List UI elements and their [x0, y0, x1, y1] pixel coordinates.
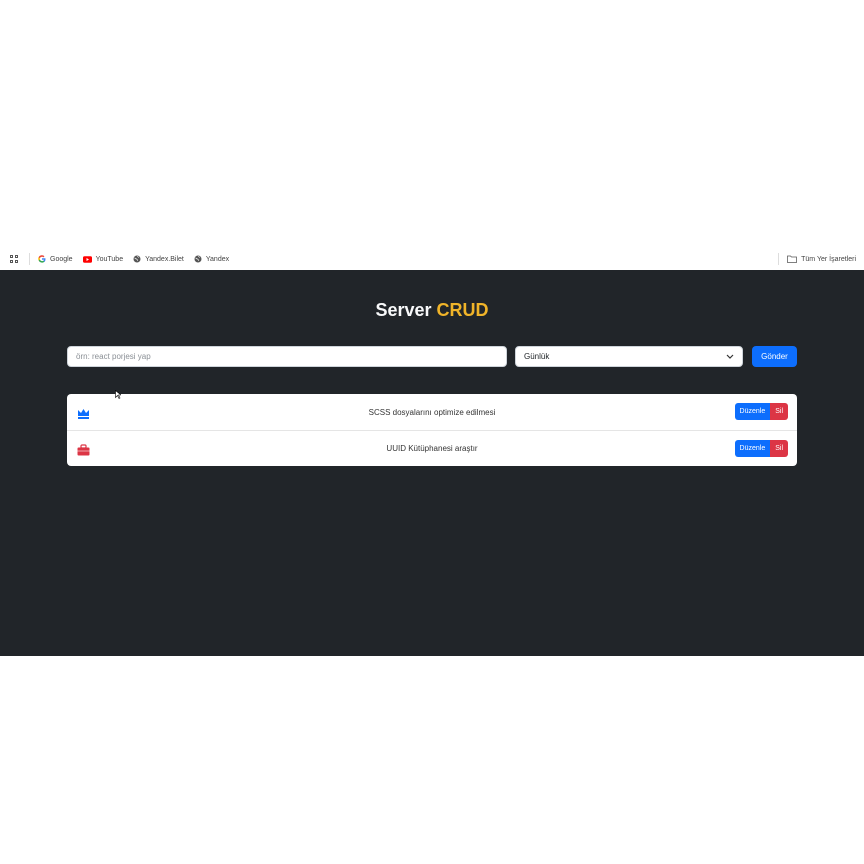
bookmark-yandex[interactable]: Yandex — [194, 255, 229, 263]
title-accent: CRUD — [436, 300, 489, 320]
page-title: Server CRUD — [0, 299, 864, 321]
bookmark-label: Google — [50, 255, 73, 263]
task-row: SCSS dosyalarını optimize edilmesi Düzen… — [67, 394, 797, 430]
title-main: Server — [375, 300, 432, 320]
bookmark-label: Yandex.Bilet — [145, 255, 184, 263]
edit-button[interactable]: Düzenle — [734, 440, 771, 457]
globe-icon — [133, 255, 141, 263]
delete-button[interactable]: Sil — [770, 403, 788, 420]
all-bookmarks-label: Tüm Yer İşaretleri — [801, 255, 856, 263]
submit-button[interactable]: Gönder — [752, 346, 797, 367]
google-icon — [38, 255, 46, 263]
bookmark-youtube[interactable]: YouTube — [82, 255, 124, 263]
task-actions: Düzenle Sil — [734, 440, 788, 457]
folder-icon — [787, 255, 798, 263]
bookmark-label: Yandex — [205, 255, 230, 263]
delete-button[interactable]: Sil — [770, 440, 788, 457]
bookmarks-divider — [29, 253, 30, 265]
task-actions: Düzenle Sil — [734, 403, 788, 420]
task-row: UUID Kütüphanesi araştır Düzenle Sil — [67, 430, 797, 466]
task-text: UUID Kütüphanesi araştır — [386, 444, 478, 453]
bookmarks-divider — [778, 253, 780, 265]
bookmark-label: YouTube — [95, 255, 124, 263]
task-list: SCSS dosyalarını optimize edilmesi Düzen… — [67, 394, 797, 466]
task-text: SCSS dosyalarını optimize edilmesi — [368, 407, 496, 417]
globe-icon — [194, 255, 202, 263]
task-input[interactable] — [67, 346, 507, 367]
mouse-cursor-icon — [115, 386, 122, 404]
youtube-icon — [82, 255, 92, 263]
bookmark-yandex-bilet[interactable]: Yandex.Bilet — [133, 255, 184, 263]
bookmark-google[interactable]: Google — [38, 255, 73, 263]
bookmarks-bar: Google YouTube Yandex.Bilet Yandex Tüm Y… — [0, 248, 864, 270]
apps-grid-icon[interactable] — [10, 254, 19, 264]
period-select-value: Günlük — [524, 352, 550, 361]
chevron-down-icon — [726, 354, 734, 359]
edit-button[interactable]: Düzenle — [734, 403, 771, 420]
period-select[interactable]: Günlük — [515, 346, 743, 367]
all-bookmarks[interactable]: Tüm Yer İşaretleri — [778, 253, 856, 265]
